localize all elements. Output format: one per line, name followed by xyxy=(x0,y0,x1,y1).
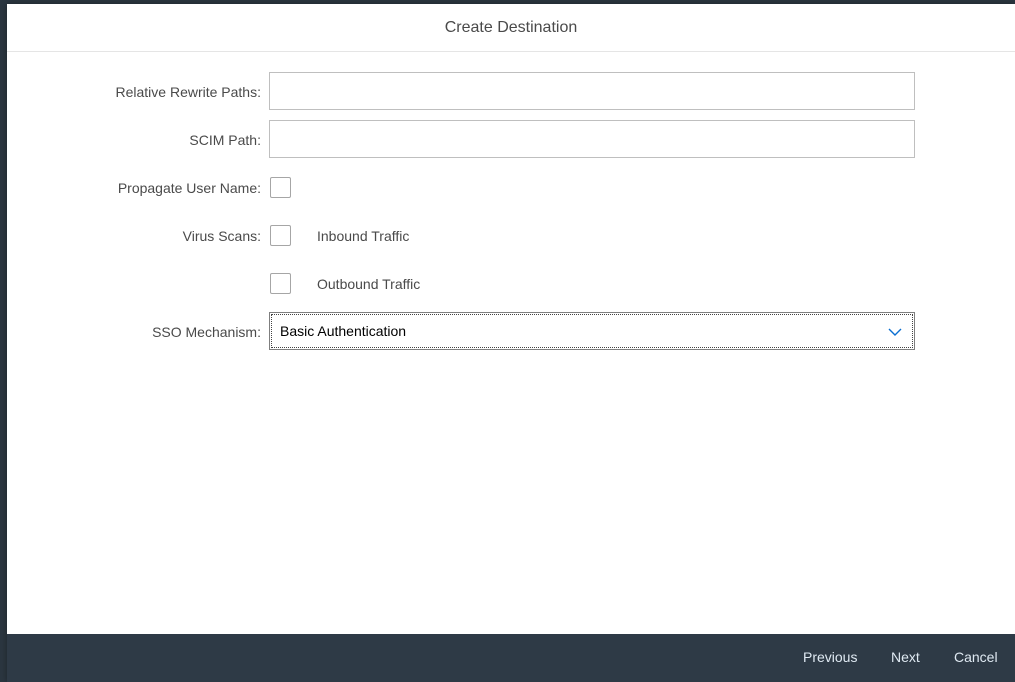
inbound-traffic-label[interactable]: Inbound Traffic xyxy=(317,228,409,244)
sso-mechanism-value: Basic Authentication xyxy=(280,323,407,339)
inbound-traffic-checkbox[interactable] xyxy=(270,225,291,246)
next-button[interactable]: Next xyxy=(891,649,920,665)
dialog-title: Create Destination xyxy=(7,4,1015,52)
virus-scans-inbound-row: Virus Scans: Inbound Traffic xyxy=(7,224,1015,248)
chevron-down-icon[interactable] xyxy=(888,325,902,339)
virus-scans-label: Virus Scans: xyxy=(182,228,261,244)
propagate-user-name-checkbox[interactable] xyxy=(270,177,291,198)
scim-path-input[interactable] xyxy=(269,120,915,158)
virus-scans-outbound-row: Outbound Traffic xyxy=(7,272,1015,296)
sso-mechanism-row: SSO Mechanism: Basic Authentication xyxy=(7,312,1015,352)
scim-path-row: SCIM Path: xyxy=(7,120,1015,160)
sso-mechanism-label: SSO Mechanism: xyxy=(152,324,261,340)
outbound-traffic-label[interactable]: Outbound Traffic xyxy=(317,276,420,292)
relative-rewrite-paths-input[interactable] xyxy=(269,72,915,110)
scim-path-label: SCIM Path: xyxy=(189,132,261,148)
cancel-button[interactable]: Cancel xyxy=(954,649,998,665)
dialog-footer: Previous Next Cancel xyxy=(7,634,1015,682)
relative-rewrite-paths-label: Relative Rewrite Paths: xyxy=(115,84,261,100)
relative-rewrite-paths-row: Relative Rewrite Paths: xyxy=(7,72,1015,112)
propagate-user-name-label: Propagate User Name: xyxy=(117,180,261,196)
create-destination-dialog: Create Destination Relative Rewrite Path… xyxy=(7,4,1015,682)
outbound-traffic-checkbox[interactable] xyxy=(270,273,291,294)
sso-mechanism-select[interactable]: Basic Authentication xyxy=(269,312,915,350)
previous-button[interactable]: Previous xyxy=(803,649,857,665)
propagate-user-name-row: Propagate User Name: xyxy=(7,176,1015,200)
